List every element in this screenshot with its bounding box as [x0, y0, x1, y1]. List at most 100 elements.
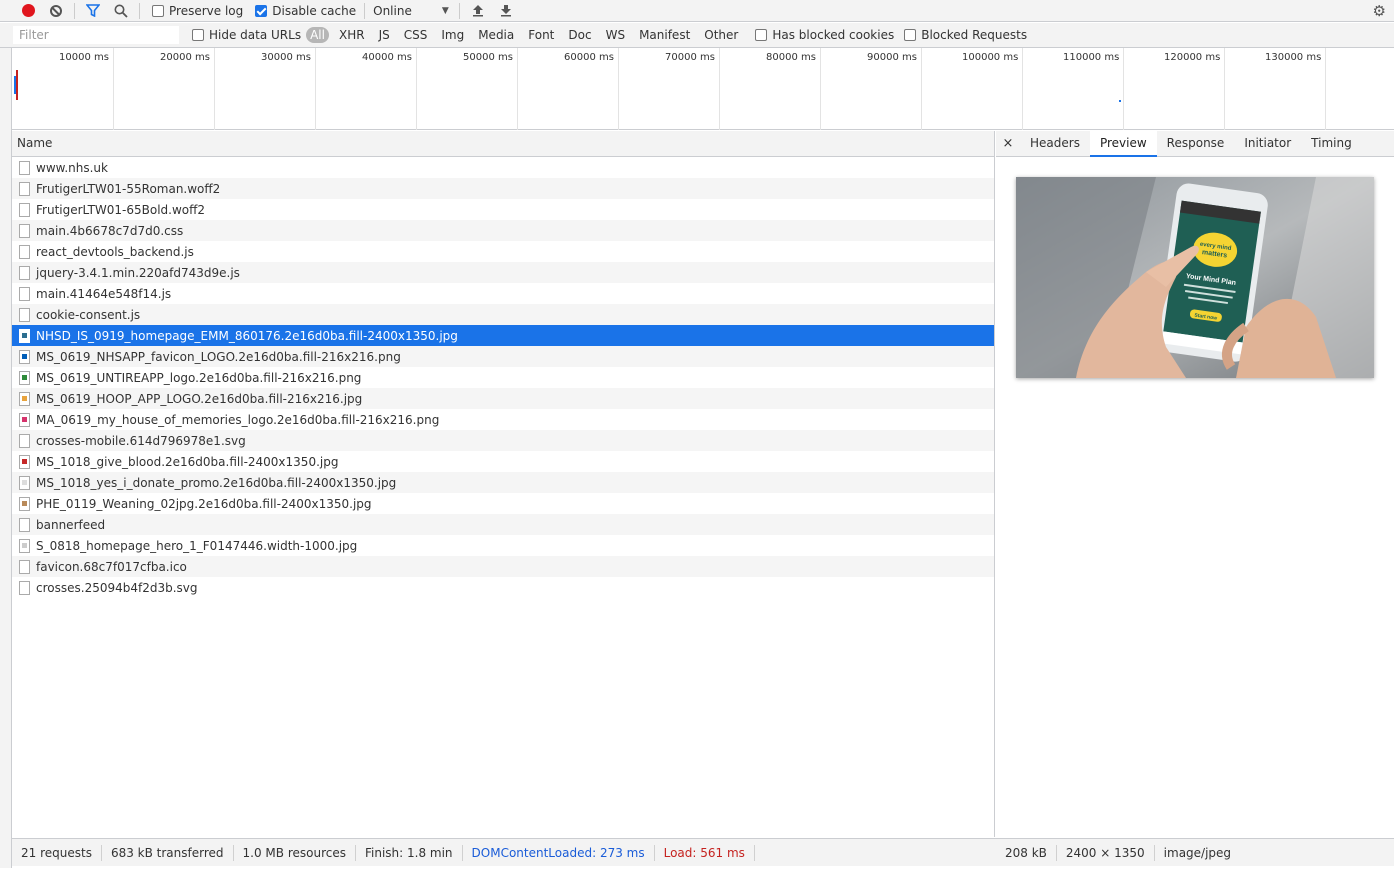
request-row[interactable]: FrutigerLTW01-65Bold.woff2: [12, 199, 994, 220]
disable-cache-checkbox[interactable]: Disable cache: [255, 4, 356, 18]
timeline-tick-label: 30000 ms: [261, 52, 311, 63]
filter-type-media[interactable]: Media: [474, 27, 518, 43]
request-name: crosses.25094b4f2d3b.svg: [36, 580, 198, 595]
download-icon: [500, 5, 511, 17]
tab-timing[interactable]: Timing: [1301, 131, 1362, 157]
filter-type-css[interactable]: CSS: [400, 27, 432, 43]
request-row[interactable]: FrutigerLTW01-55Roman.woff2: [12, 178, 994, 199]
timeline-tick-label: 110000 ms: [1063, 52, 1120, 63]
hide-data-urls-box[interactable]: [192, 29, 204, 41]
request-name: cookie-consent.js: [36, 307, 141, 322]
document-file-icon: [19, 559, 30, 574]
request-row[interactable]: favicon.68c7f017cfba.ico: [12, 556, 994, 577]
request-row[interactable]: www.nhs.uk: [12, 157, 994, 178]
image-file-icon: [19, 454, 30, 469]
request-row[interactable]: MS_0619_HOOP_APP_LOGO.2e16d0ba.fill-216x…: [12, 388, 994, 409]
settings-gear-icon[interactable]: ⚙: [1373, 2, 1386, 20]
search-button[interactable]: [107, 0, 135, 22]
document-file-icon: [19, 286, 30, 301]
close-details-icon[interactable]: ×: [996, 136, 1020, 151]
image-file-icon: [19, 370, 30, 385]
request-name: MA_0619_my_house_of_memories_logo.2e16d0…: [36, 412, 440, 427]
request-row[interactable]: crosses.25094b4f2d3b.svg: [12, 577, 994, 598]
request-name: MS_1018_yes_i_donate_promo.2e16d0ba.fill…: [36, 475, 397, 490]
preview-size: 208 kB: [996, 844, 1057, 861]
tab-response[interactable]: Response: [1157, 131, 1235, 157]
request-row[interactable]: MS_0619_NHSAPP_favicon_LOGO.2e16d0ba.fil…: [12, 346, 994, 367]
timeline-tick-label: 20000 ms: [160, 52, 210, 63]
request-row[interactable]: jquery-3.4.1.min.220afd743d9e.js: [12, 262, 994, 283]
filter-icon: [86, 4, 100, 17]
request-row[interactable]: MS_1018_give_blood.2e16d0ba.fill-2400x13…: [12, 451, 994, 472]
filter-type-js[interactable]: JS: [375, 27, 394, 43]
toolbar-divider: [364, 2, 366, 19]
transferred-size: 683 kB transferred: [102, 844, 234, 861]
name-column-header[interactable]: Name: [12, 131, 994, 157]
document-file-icon: [19, 433, 30, 448]
request-name: jquery-3.4.1.min.220afd743d9e.js: [36, 265, 240, 280]
preserve-log-checkbox[interactable]: Preserve log: [152, 4, 243, 18]
blocked-cookies-checkbox[interactable]: Has blocked cookies: [755, 28, 894, 42]
document-file-icon: [19, 307, 30, 322]
timeline-overview[interactable]: 10000 ms 20000 ms 30000 ms 40000 ms 50000 ms…: [12, 48, 1394, 130]
left-gutter: [0, 48, 12, 868]
timeline-gridline: [214, 48, 215, 130]
request-row[interactable]: MS_1018_yes_i_donate_promo.2e16d0ba.fill…: [12, 472, 994, 493]
document-file-icon: [19, 223, 30, 238]
request-name: FrutigerLTW01-55Roman.woff2: [36, 181, 221, 196]
filter-input[interactable]: Filter: [13, 26, 179, 44]
request-row[interactable]: S_0818_homepage_hero_1_F0147446.width-10…: [12, 535, 994, 556]
request-row[interactable]: cookie-consent.js: [12, 304, 994, 325]
document-file-icon: [19, 202, 30, 217]
filter-type-manifest[interactable]: Manifest: [635, 27, 694, 43]
request-row[interactable]: MS_0619_UNTIREAPP_logo.2e16d0ba.fill-216…: [12, 367, 994, 388]
filter-toggle-button[interactable]: [79, 0, 107, 22]
hide-data-urls-checkbox[interactable]: Hide data URLs: [192, 28, 301, 42]
preview-photo: every mind matters Your Mind Plan Start …: [1016, 177, 1374, 378]
tab-headers[interactable]: Headers: [1020, 131, 1090, 157]
record-button[interactable]: [14, 0, 42, 22]
document-file-icon: [19, 517, 30, 532]
document-file-icon: [19, 181, 30, 196]
request-row[interactable]: bannerfeed: [12, 514, 994, 535]
blocked-requests-label: Blocked Requests: [921, 28, 1028, 42]
throttling-select[interactable]: Online ▼: [373, 4, 449, 18]
tab-preview[interactable]: Preview: [1089, 130, 1157, 157]
image-file-icon: [19, 328, 30, 343]
request-row[interactable]: react_devtools_backend.js: [12, 241, 994, 262]
tab-initiator[interactable]: Initiator: [1234, 131, 1301, 157]
filter-type-font[interactable]: Font: [524, 27, 558, 43]
export-har-button[interactable]: [492, 0, 520, 22]
disable-cache-box[interactable]: [255, 4, 268, 17]
timeline-tick-label: 70000 ms: [665, 52, 715, 63]
blocked-requests-box[interactable]: [904, 29, 917, 41]
request-name: main.41464e548f14.js: [36, 286, 172, 301]
blocked-requests-checkbox[interactable]: Blocked Requests: [904, 28, 1027, 42]
request-row[interactable]: MA_0619_my_house_of_memories_logo.2e16d0…: [12, 409, 994, 430]
document-file-icon: [19, 580, 30, 595]
timeline-gridline: [820, 48, 821, 130]
filter-type-doc[interactable]: Doc: [564, 27, 595, 43]
request-row[interactable]: crosses-mobile.614d796978e1.svg: [12, 430, 994, 451]
request-row[interactable]: main.41464e548f14.js: [12, 283, 994, 304]
filter-type-other[interactable]: Other: [700, 27, 742, 43]
image-file-icon: [19, 496, 30, 511]
filter-type-ws[interactable]: WS: [602, 27, 629, 43]
clear-button[interactable]: [42, 0, 70, 22]
image-file-icon: [19, 391, 30, 406]
filter-type-all[interactable]: All: [306, 27, 329, 43]
timeline-gridline: [517, 48, 518, 130]
preserve-log-box[interactable]: [152, 4, 164, 17]
document-file-icon: [19, 244, 30, 259]
blocked-cookies-box[interactable]: [755, 29, 768, 41]
filter-type-img[interactable]: Img: [437, 27, 468, 43]
import-har-button[interactable]: [464, 0, 492, 22]
request-row[interactable]: NHSD_IS_0919_homepage_EMM_860176.2e16d0b…: [12, 325, 994, 346]
preview-info: 208 kB 2400 × 1350 image/jpeg: [996, 844, 1240, 861]
filter-type-xhr[interactable]: XHR: [335, 27, 369, 43]
timeline-gridline: [1022, 48, 1023, 130]
request-row[interactable]: main.4b6678c7d7d0.css: [12, 220, 994, 241]
request-row[interactable]: PHE_0119_Weaning_02jpg.2e16d0ba.fill-240…: [12, 493, 994, 514]
request-name: S_0818_homepage_hero_1_F0147446.width-10…: [36, 538, 358, 553]
request-name: www.nhs.uk: [36, 160, 108, 175]
